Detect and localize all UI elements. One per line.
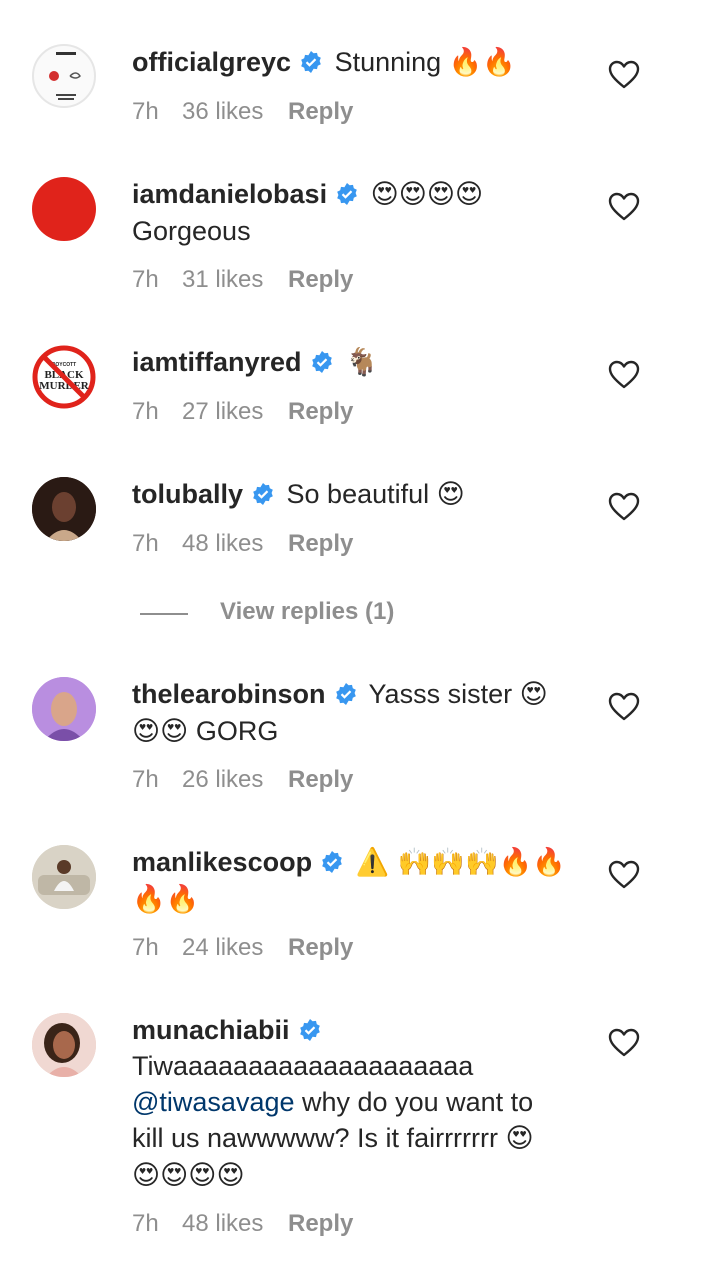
reply-button[interactable]: Reply xyxy=(288,1209,353,1239)
avatar[interactable] xyxy=(32,845,96,909)
timestamp: 7h xyxy=(132,98,159,125)
comment-emoji: 😍 xyxy=(505,1123,534,1154)
comment-text: Gorgeous xyxy=(132,216,251,246)
profile-photo-icon xyxy=(32,845,96,909)
avatar[interactable] xyxy=(32,1013,96,1077)
reply-button[interactable]: Reply xyxy=(288,765,353,795)
avatar[interactable] xyxy=(32,477,96,541)
comment-text: Tiwaaaaaaaaaaaaaaaaaaaa xyxy=(132,1051,474,1081)
profile-photo-icon xyxy=(32,1013,96,1077)
verified-badge-icon xyxy=(299,1019,320,1041)
timestamp: 7h xyxy=(132,934,159,961)
avatar[interactable] xyxy=(32,177,96,241)
timestamp: 7h xyxy=(132,1210,159,1237)
likes-count[interactable]: 24 likes xyxy=(182,933,288,963)
heart-outline-icon[interactable] xyxy=(608,492,640,522)
heart-outline-icon[interactable] xyxy=(608,192,640,222)
comment-text: So beautiful xyxy=(286,479,430,509)
view-replies-button[interactable]: View replies (1) xyxy=(220,598,394,626)
verified-badge-icon xyxy=(301,51,321,73)
comment-emoji-2: 😍😍😍😍 xyxy=(132,1160,245,1191)
reply-button[interactable]: Reply xyxy=(288,529,353,559)
comment-meta: 7h 31 likes Reply xyxy=(132,265,353,295)
likes-count[interactable]: 48 likes xyxy=(182,529,288,559)
comment-body: tolubally So beautiful 😍 xyxy=(132,476,572,513)
timestamp: 7h xyxy=(132,766,159,793)
reply-button[interactable]: Reply xyxy=(288,97,353,127)
verified-badge-icon xyxy=(337,183,357,205)
timestamp: 7h xyxy=(132,398,159,425)
verified-badge-icon xyxy=(253,483,273,505)
profile-photo-icon xyxy=(32,677,96,741)
heart-outline-icon[interactable] xyxy=(608,860,640,890)
username[interactable]: thelearobinson xyxy=(132,679,326,709)
verified-badge-icon xyxy=(311,351,332,373)
reply-button[interactable]: Reply xyxy=(288,397,353,427)
comment-text: Yasss sister xyxy=(368,679,513,709)
reply-button[interactable]: Reply xyxy=(288,265,353,295)
comment-emoji-2: 🔥🔥 xyxy=(132,884,200,915)
comment-meta: 7h 27 likes Reply xyxy=(132,397,353,427)
likes-count[interactable]: 36 likes xyxy=(182,97,288,127)
username[interactable]: tolubally xyxy=(132,479,243,509)
boycott-sign-icon: BOYCOTT BLACK MURDER xyxy=(32,345,96,409)
timestamp: 7h xyxy=(132,266,159,293)
comment-body: munachiabii Tiwaaaaaaaaaaaaaaaaaaaa @tiw… xyxy=(132,1012,572,1194)
comment-emoji: 🔥🔥 xyxy=(448,47,516,78)
timestamp: 7h xyxy=(132,530,159,557)
comment-emoji: 🐐 xyxy=(345,347,379,378)
verified-badge-icon xyxy=(335,683,356,705)
comment-body: iamdanielobasi 😍😍😍😍 Gorgeous xyxy=(132,176,572,249)
verified-badge-icon xyxy=(322,851,342,873)
heart-outline-icon[interactable] xyxy=(608,1028,640,1058)
username[interactable]: officialgreyc xyxy=(132,47,291,77)
reply-button[interactable]: Reply xyxy=(288,933,353,963)
profile-photo-icon xyxy=(32,477,96,541)
comment-meta: 7h 36 likes Reply xyxy=(132,97,353,127)
heart-outline-icon[interactable] xyxy=(608,360,640,390)
username[interactable]: iamdanielobasi xyxy=(132,179,327,209)
comment-emoji: 😍😍😍😍 xyxy=(370,179,484,210)
comment-text: Stunning xyxy=(334,47,442,77)
comment-emoji: ⚠️ 🙌🙌🙌🔥🔥 xyxy=(355,847,566,878)
avatar-text-line2: MURDER xyxy=(39,380,90,392)
heart-outline-icon[interactable] xyxy=(608,60,640,90)
replies-divider xyxy=(140,613,188,615)
comment-meta: 7h 48 likes Reply xyxy=(132,1209,353,1239)
likes-count[interactable]: 27 likes xyxy=(182,397,288,427)
avatar[interactable] xyxy=(32,44,96,108)
mention-link[interactable]: @tiwasavage xyxy=(132,1087,295,1117)
comment-meta: 7h 48 likes Reply xyxy=(132,529,353,559)
username[interactable]: manlikescoop xyxy=(132,847,312,877)
likes-count[interactable]: 26 likes xyxy=(182,765,288,795)
comment-meta: 7h 24 likes Reply xyxy=(132,933,353,963)
comment-meta: 7h 26 likes Reply xyxy=(132,765,353,795)
comment-body: officialgreyc Stunning 🔥🔥 xyxy=(132,44,572,81)
comment-body: thelearobinson Yasss sister 😍 😍😍 GORG xyxy=(132,676,572,750)
username[interactable]: iamtiffanyred xyxy=(132,347,302,377)
likes-count[interactable]: 31 likes xyxy=(182,265,288,295)
comment-emoji: 😍 xyxy=(436,479,465,510)
comment-text-2: GORG xyxy=(195,716,279,746)
heart-outline-icon[interactable] xyxy=(608,692,640,722)
avatar[interactable]: BOYCOTT BLACK MURDER xyxy=(32,345,96,409)
likes-count[interactable]: 48 likes xyxy=(182,1209,288,1239)
album-art-icon xyxy=(49,52,81,100)
avatar[interactable] xyxy=(32,677,96,741)
comment-emoji-2: 😍😍 xyxy=(132,716,189,747)
comment-body: iamtiffanyred 🐐 xyxy=(132,344,572,381)
comment-body: manlikescoop ⚠️ 🙌🙌🙌🔥🔥 🔥🔥 xyxy=(132,844,572,918)
comment-emoji: 😍 xyxy=(519,679,548,710)
username[interactable]: munachiabii xyxy=(132,1015,290,1045)
